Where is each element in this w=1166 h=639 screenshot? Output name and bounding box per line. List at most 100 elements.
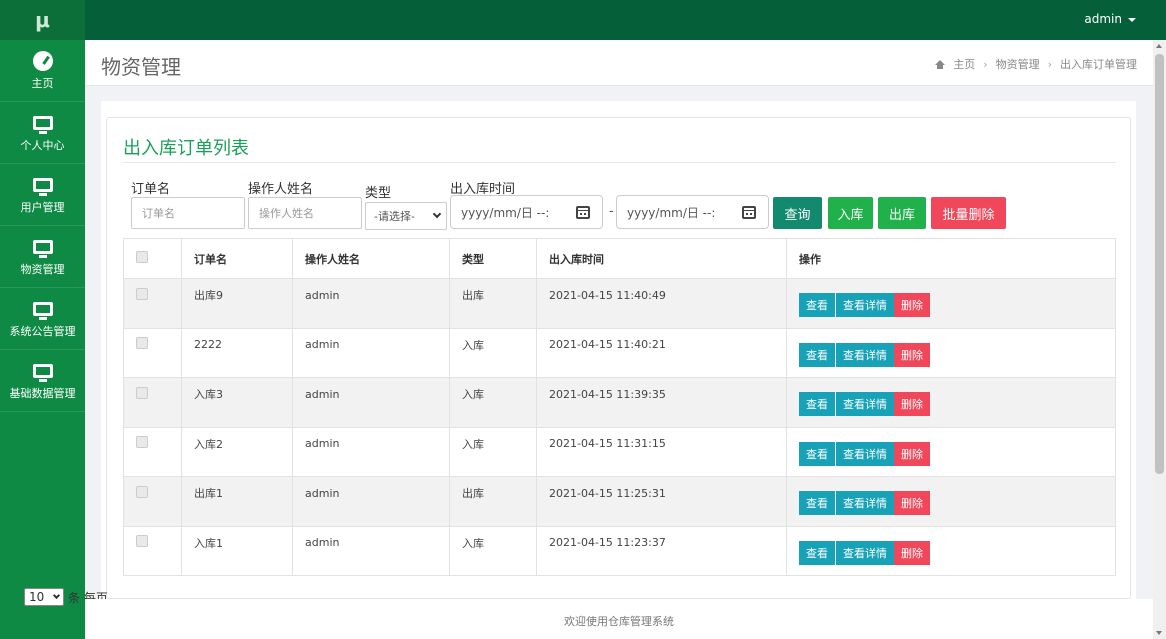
monitor-icon — [32, 237, 54, 258]
sidebar: μ 主页 个人中心 用户管理 物资管理 系统公告管理 基础数据管理 — [0, 0, 85, 639]
calendar-icon[interactable] — [742, 205, 756, 219]
column-header: 出入库时间 — [536, 238, 787, 279]
row-checkbox[interactable] — [136, 386, 148, 399]
type-select[interactable]: -请选择- — [365, 202, 447, 230]
page-size-select[interactable]: 10 — [24, 588, 64, 606]
date-range-separator: - — [609, 204, 614, 219]
type-cell: 入库 — [449, 525, 537, 576]
order-time: 2021-04-15 11:25:31 — [549, 486, 666, 500]
row-checkbox[interactable] — [136, 287, 148, 300]
operator-cell: admin — [292, 426, 450, 477]
page-scrollbar[interactable] — [1153, 40, 1166, 639]
delete-button[interactable]: 删除 — [894, 491, 930, 516]
time-cell: 2021-04-15 11:31:15 — [536, 426, 787, 477]
table-row: 入库3 admin 入库 2021-04-15 11:39:35 查看 查看详情 删除 — [123, 377, 1116, 428]
column-header: 类型 — [449, 238, 537, 279]
sidebar-item-basic-data-management[interactable]: 基础数据管理 — [0, 350, 85, 412]
logo: μ — [0, 0, 85, 40]
order-time: 2021-04-15 11:23:37 — [549, 536, 666, 550]
order-type: 入库 — [462, 338, 484, 352]
order-name-input[interactable]: 订单名 — [131, 197, 245, 229]
view-detail-button[interactable]: 查看详情 — [836, 441, 894, 466]
start-date-input[interactable]: yyyy/mm/日 --: — [450, 195, 603, 229]
time-cell: 2021-04-15 11:23:37 — [536, 525, 787, 576]
row-checkbox[interactable] — [136, 436, 148, 449]
sidebar-item-home[interactable]: 主页 — [0, 40, 85, 102]
home-icon — [935, 59, 946, 69]
operator-name: admin — [305, 437, 340, 451]
actions-cell: 查看 查看详情 删除 — [786, 377, 1116, 428]
view-button[interactable]: 查看 — [799, 441, 835, 466]
end-date-input[interactable]: yyyy/mm/日 --: — [616, 195, 769, 229]
select-all-checkbox[interactable] — [136, 251, 148, 263]
view-detail-button[interactable]: 查看详情 — [836, 392, 894, 417]
orders-table: 订单名 操作人姓名 类型 出入库时间 操作 出库9 admin 出库 2021-04-… — [123, 238, 1116, 576]
delete-button[interactable]: 删除 — [894, 293, 930, 318]
sidebar-item-personal-center[interactable]: 个人中心 — [0, 102, 85, 164]
select-all-cell — [123, 238, 182, 279]
view-detail-button[interactable]: 查看详情 — [836, 293, 894, 318]
actions-cell: 查看 查看详情 删除 — [786, 327, 1116, 378]
view-button[interactable]: 查看 — [799, 491, 835, 516]
view-detail-button[interactable]: 查看详情 — [836, 491, 894, 516]
delete-button[interactable]: 删除 — [894, 342, 930, 367]
type-cell: 入库 — [449, 327, 537, 378]
time-cell: 2021-04-15 11:25:31 — [536, 476, 787, 527]
view-button[interactable]: 查看 — [799, 342, 835, 367]
type-label: 类型 — [365, 186, 392, 201]
operator-input[interactable]: 操作人姓名 — [248, 197, 362, 229]
operator-name: admin — [305, 338, 340, 352]
operator-label: 操作人姓名 — [248, 182, 314, 197]
breadcrumb-separator: › — [983, 57, 988, 71]
view-detail-button[interactable]: 查看详情 — [836, 342, 894, 367]
actions-cell: 查看 查看详情 删除 — [786, 476, 1116, 527]
scroll-up-icon[interactable] — [1156, 44, 1162, 48]
order-name-cell: 入库1 — [181, 525, 293, 576]
table-row: 2222 admin 入库 2021-04-15 11:40:21 查看 查看详情 删除 — [123, 327, 1116, 378]
user-menu[interactable]: admin — [1084, 12, 1136, 26]
sidebar-item-user-management[interactable]: 用户管理 — [0, 164, 85, 226]
monitor-icon — [32, 175, 54, 196]
breadcrumb-current: 出入库订单管理 — [1060, 58, 1137, 71]
order-name-cell: 2222 — [181, 327, 293, 378]
delete-button[interactable]: 删除 — [894, 441, 930, 466]
view-button[interactable]: 查看 — [799, 293, 835, 318]
row-checkbox[interactable] — [136, 535, 148, 548]
delete-button[interactable]: 删除 — [894, 540, 930, 565]
sidebar-item-announcement-management[interactable]: 系统公告管理 — [0, 288, 85, 350]
topbar: admin — [85, 0, 1166, 40]
breadcrumb: 主页 › 物资管理 › 出入库订单管理 — [935, 56, 1137, 72]
actions-cell: 查看 查看详情 删除 — [786, 278, 1116, 329]
order-name: 入库2 — [194, 437, 223, 451]
time-cell: 2021-04-15 11:39:35 — [536, 377, 787, 428]
scroll-down-icon[interactable] — [1156, 631, 1162, 635]
sidebar-item-label: 个人中心 — [20, 138, 65, 152]
breadcrumb-home[interactable]: 主页 — [953, 56, 975, 72]
breadcrumb-material[interactable]: 物资管理 — [996, 56, 1040, 72]
view-button[interactable]: 查看 — [799, 540, 835, 565]
query-button[interactable]: 查询 — [773, 197, 822, 229]
order-name-label: 订单名 — [131, 182, 171, 197]
footer: 欢迎使用仓库管理系统 — [85, 599, 1153, 639]
stock-out-button[interactable]: 出库 — [878, 197, 926, 229]
table-row: 出库9 admin 出库 2021-04-15 11:40:49 查看 查看详情 删除 — [123, 278, 1116, 329]
row-checkbox[interactable] — [136, 485, 148, 498]
stock-in-button[interactable]: 入库 — [828, 197, 873, 229]
operator-name: admin — [305, 387, 340, 401]
actions-cell: 查看 查看详情 删除 — [786, 525, 1116, 576]
order-name: 2222 — [194, 338, 222, 352]
calendar-icon[interactable] — [576, 205, 590, 219]
row-select-cell — [123, 525, 182, 576]
scrollbar-thumb[interactable] — [1155, 54, 1164, 474]
row-select-cell — [123, 426, 182, 477]
batch-delete-button[interactable]: 批量删除 — [931, 197, 1006, 229]
view-button[interactable]: 查看 — [799, 392, 835, 417]
sidebar-item-material-management[interactable]: 物资管理 — [0, 226, 85, 288]
delete-button[interactable]: 删除 — [894, 392, 930, 417]
view-detail-button[interactable]: 查看详情 — [836, 540, 894, 565]
page-header: 物资管理 主页 › 物资管理 › 出入库订单管理 — [85, 40, 1153, 86]
sidebar-item-label: 基础数据管理 — [9, 386, 76, 400]
type-cell: 入库 — [449, 377, 537, 428]
row-checkbox[interactable] — [136, 337, 148, 350]
monitor-icon — [32, 299, 54, 320]
